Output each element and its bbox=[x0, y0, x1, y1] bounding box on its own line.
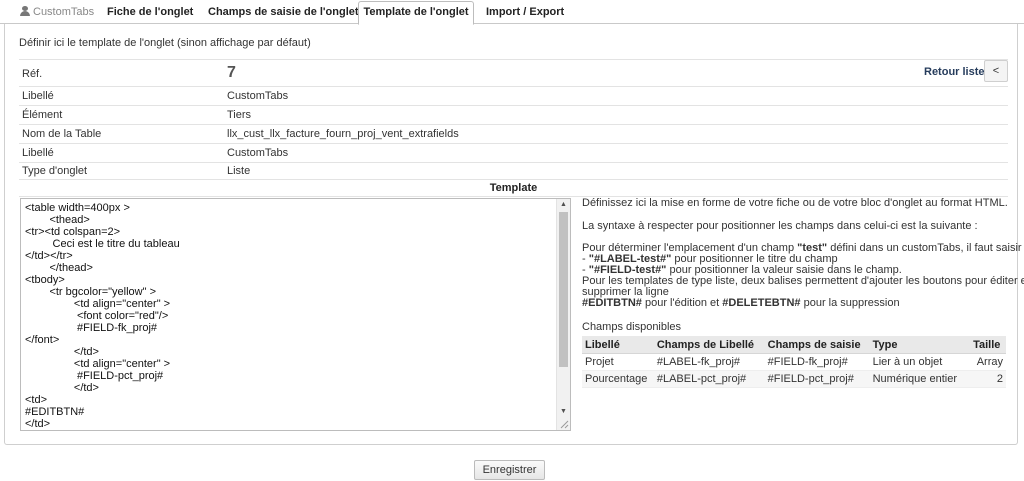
help-line-8: #EDITBTN# pour l'édition et #DELETEBTN# … bbox=[582, 297, 900, 309]
retour-liste-link[interactable]: Retour liste bbox=[924, 66, 985, 78]
table-row: Projet #LABEL-fk_proj# #FIELD-fk_proj# L… bbox=[582, 353, 1006, 371]
tab-label: Champs de saisie de l'onglet bbox=[208, 6, 359, 18]
ref-value: 7 bbox=[227, 64, 236, 81]
column-header: Taille bbox=[970, 336, 1006, 354]
table-cell: 2 bbox=[970, 370, 1006, 388]
help-text: #EDITBTN# bbox=[582, 297, 642, 309]
info-row-libelle-2: Libellé CustomTabs bbox=[19, 143, 1008, 162]
textarea-scrollbar[interactable]: ▲ ▼ bbox=[556, 199, 570, 430]
info-row-type-onglet: Type d'onglet Liste bbox=[19, 162, 1008, 180]
info-row-element: Élément Tiers bbox=[19, 105, 1008, 124]
previous-record-button[interactable]: < bbox=[984, 60, 1008, 82]
help-text: défini dans un customTabs, il faut saisi… bbox=[827, 242, 1024, 254]
tab-bar: CustomTabs Fiche de l'onglet Champs de s… bbox=[0, 0, 1024, 25]
table-cell: #LABEL-fk_proj# bbox=[653, 353, 765, 371]
column-header: Libellé bbox=[582, 336, 654, 354]
ref-label: Réf. bbox=[22, 68, 43, 80]
help-text: #DELETEBTN# bbox=[722, 297, 801, 309]
row-label: Libellé bbox=[22, 90, 54, 102]
tab-template-onglet[interactable]: Template de l'onglet bbox=[358, 1, 474, 25]
table-cell: Pourcentage bbox=[582, 370, 654, 388]
tab-import-export[interactable]: Import / Export bbox=[486, 2, 564, 23]
table-cell: #LABEL-pct_proj# bbox=[653, 370, 765, 388]
row-value: llx_cust_llx_facture_fourn_proj_vent_ext… bbox=[227, 128, 459, 140]
table-cell: #FIELD-pct_proj# bbox=[764, 370, 870, 388]
template-header: Template bbox=[19, 179, 1008, 197]
column-header: Type bbox=[869, 336, 971, 354]
row-value: CustomTabs bbox=[227, 147, 289, 159]
table-cell: #FIELD-fk_proj# bbox=[764, 353, 870, 371]
row-value: CustomTabs bbox=[227, 90, 289, 102]
table-row: Pourcentage #LABEL-pct_proj# #FIELD-pct_… bbox=[582, 370, 1006, 388]
tab-fiche-onglet[interactable]: Fiche de l'onglet bbox=[107, 2, 193, 23]
tab-brand-label: CustomTabs bbox=[33, 6, 95, 18]
row-label: Élément bbox=[22, 109, 63, 121]
row-value: Tiers bbox=[227, 109, 252, 121]
table-cell: Projet bbox=[582, 353, 654, 371]
table-cell: Array bbox=[970, 353, 1006, 371]
table-header-row: Libellé Champs de Libellé Champs de sais… bbox=[582, 336, 1006, 354]
tab-label: Import / Export bbox=[486, 6, 565, 18]
intro-text: Définir ici le template de l'onglet (sin… bbox=[19, 37, 311, 49]
tab-label: Fiche de l'onglet bbox=[107, 6, 194, 18]
template-code[interactable]: <table width=400px > <thead> <tr><td col… bbox=[25, 202, 180, 430]
save-button[interactable]: Enregistrer bbox=[474, 460, 545, 480]
tab-champs-saisie[interactable]: Champs de saisie de l'onglet bbox=[208, 2, 359, 23]
resize-grip-icon[interactable] bbox=[559, 419, 569, 429]
table-cell: Numérique entier bbox=[869, 370, 971, 388]
user-icon bbox=[20, 6, 30, 16]
help-line-2: La syntaxe à respecter pour positionner … bbox=[582, 220, 978, 232]
fields-title: Champs disponibles bbox=[582, 321, 682, 333]
available-fields-table: Libellé Champs de Libellé Champs de sais… bbox=[582, 336, 1006, 388]
help-text: pour l'édition et bbox=[641, 297, 723, 309]
template-textarea[interactable]: <table width=400px > <thead> <tr><td col… bbox=[20, 198, 571, 431]
info-row-nom-table: Nom de la Table llx_cust_llx_facture_fou… bbox=[19, 124, 1008, 143]
info-row-libelle: Libellé CustomTabs bbox=[19, 86, 1008, 105]
tab-label: Template de l'onglet bbox=[363, 6, 469, 18]
help-line-1: Définissez ici la mise en forme de votre… bbox=[582, 197, 1008, 209]
scroll-down-icon[interactable]: ▼ bbox=[557, 406, 570, 418]
help-text: pour la suppression bbox=[800, 297, 900, 309]
info-row-ref: Réf. 7 bbox=[19, 59, 1008, 86]
tab-brand-customtabs[interactable]: CustomTabs bbox=[20, 2, 94, 23]
scrollbar-thumb[interactable] bbox=[559, 212, 568, 367]
column-header: Champs de Libellé bbox=[653, 336, 765, 354]
table-cell: Lier à un objet bbox=[869, 353, 971, 371]
row-label: Type d'onglet bbox=[22, 165, 88, 177]
column-header: Champs de saisie bbox=[764, 336, 870, 354]
row-label: Libellé bbox=[22, 147, 54, 159]
row-label: Nom de la Table bbox=[22, 128, 102, 140]
scroll-up-icon[interactable]: ▲ bbox=[557, 199, 570, 211]
row-value: Liste bbox=[227, 165, 251, 177]
